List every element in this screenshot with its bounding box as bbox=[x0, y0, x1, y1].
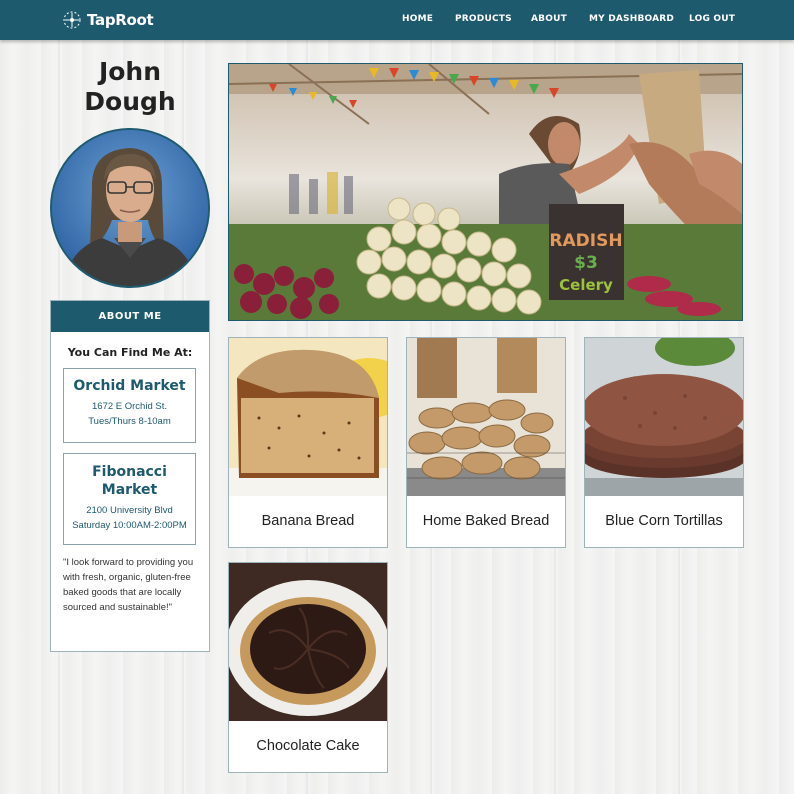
about-quote: "I look forward to providing you with fr… bbox=[63, 557, 194, 613]
profile-name: John Dough bbox=[50, 57, 210, 117]
sign-text-celery: Celery bbox=[559, 276, 613, 294]
farmers-market-photo: RADISH $3 Celery bbox=[229, 64, 742, 320]
top-navbar: TapRoot HOME PRODUCTS ABOUT MY DASHBOARD… bbox=[0, 0, 794, 40]
find-me-label: You Can Find Me At: bbox=[67, 346, 193, 359]
home-baked-bread-photo bbox=[407, 338, 565, 496]
profile-last-name: Dough bbox=[84, 87, 176, 116]
product-name: Blue Corn Tortillas bbox=[605, 513, 723, 529]
product-name: Banana Bread bbox=[261, 513, 355, 529]
product-image bbox=[407, 338, 565, 496]
blue-corn-tortillas-photo bbox=[585, 338, 743, 496]
nav-my-dashboard[interactable]: MY DASHBOARD bbox=[589, 14, 674, 24]
market-hours: Tues/Thurs 8-10am bbox=[88, 416, 171, 427]
chocolate-cake-photo bbox=[229, 563, 387, 721]
profile-photo bbox=[52, 130, 208, 286]
product-image bbox=[229, 563, 387, 721]
product-image bbox=[585, 338, 743, 496]
product-card-chocolate-cake[interactable]: Chocolate Cake bbox=[228, 562, 388, 773]
nav-about[interactable]: ABOUT bbox=[531, 14, 567, 24]
brand-link[interactable]: TapRoot bbox=[62, 9, 154, 31]
banana-bread-photo bbox=[229, 338, 387, 496]
radish-price-sign: RADISH $3 Celery bbox=[549, 204, 624, 300]
profile-first-name: John bbox=[98, 57, 162, 86]
about-me-heading: ABOUT ME bbox=[51, 301, 209, 332]
market-address: 1672 E Orchid St. bbox=[92, 401, 167, 412]
product-card-banana-bread[interactable]: Banana Bread bbox=[228, 337, 388, 548]
avatar bbox=[50, 128, 210, 288]
market-card-fibonacci[interactable]: Fibonacci Market 2100 University Blvd Sa… bbox=[63, 453, 196, 545]
product-card-blue-corn-tortillas[interactable]: Blue Corn Tortillas bbox=[584, 337, 744, 548]
product-card-home-baked-bread[interactable]: Home Baked Bread bbox=[406, 337, 566, 548]
market-name: Orchid Market bbox=[73, 378, 186, 394]
market-hours: Saturday 10:00AM-2:00PM bbox=[72, 520, 187, 531]
nav-log-out[interactable]: LOG OUT bbox=[689, 14, 735, 24]
market-address: 2100 University Blvd bbox=[86, 505, 173, 516]
product-image bbox=[229, 338, 387, 496]
product-name: Home Baked Bread bbox=[422, 513, 550, 529]
brand-name: TapRoot bbox=[87, 11, 154, 29]
sign-text-price: $3 bbox=[574, 253, 598, 273]
market-card-orchid[interactable]: Orchid Market 1672 E Orchid St. Tues/Thu… bbox=[63, 368, 196, 443]
hero-image: RADISH $3 Celery bbox=[228, 63, 743, 321]
nav-products[interactable]: PRODUCTS bbox=[455, 14, 512, 24]
product-name: Chocolate Cake bbox=[256, 738, 360, 754]
market-name: Fibonacci Market bbox=[92, 464, 167, 498]
nav-home[interactable]: HOME bbox=[402, 14, 433, 24]
sign-text-radish: RADISH bbox=[549, 231, 622, 251]
about-me-card: ABOUT ME You Can Find Me At: Orchid Mark… bbox=[50, 300, 210, 652]
taproot-logo-icon bbox=[63, 11, 81, 29]
